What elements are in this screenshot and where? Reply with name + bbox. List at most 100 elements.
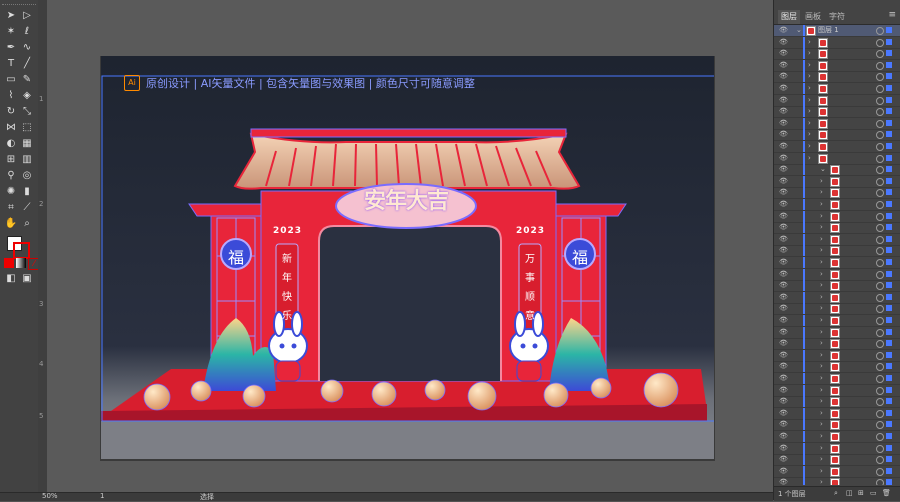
visibility-eye-icon[interactable]: 👁: [779, 362, 789, 370]
layer-row[interactable]: 👁 ›: [774, 396, 900, 409]
expand-arrow-icon[interactable]: ›: [820, 177, 823, 185]
shape-builder-tool-icon[interactable]: ◐: [4, 137, 18, 151]
target-circle-icon[interactable]: [876, 479, 884, 485]
layer-row[interactable]: 👁 ›: [774, 326, 900, 339]
selection-indicator[interactable]: [886, 433, 892, 439]
selection-indicator[interactable]: [886, 85, 892, 91]
rectangle-tool-icon[interactable]: ▭: [4, 73, 18, 87]
perspective-grid-tool-icon[interactable]: ▦: [20, 137, 34, 151]
eyedropper-tool-icon[interactable]: ⚲: [4, 169, 18, 183]
expand-arrow-icon[interactable]: ›: [820, 455, 823, 463]
visibility-eye-icon[interactable]: 👁: [779, 420, 789, 428]
expand-arrow-icon[interactable]: ›: [820, 386, 823, 394]
target-circle-icon[interactable]: [876, 166, 884, 175]
scale-tool-icon[interactable]: ⤡: [20, 105, 34, 119]
expand-arrow-icon[interactable]: ›: [820, 467, 823, 475]
expand-arrow-icon[interactable]: ›: [820, 281, 823, 289]
selection-indicator[interactable]: [886, 259, 892, 265]
expand-arrow-icon[interactable]: ›: [820, 246, 823, 254]
artboard[interactable]: Ai 原创设计 | AI矢量文件 | 包含矢量图与效果图 | 颜色尺寸可随意调整…: [101, 56, 714, 459]
target-circle-icon[interactable]: [876, 421, 884, 430]
expand-arrow-icon[interactable]: ›: [820, 188, 823, 196]
selection-indicator[interactable]: [886, 96, 892, 103]
mesh-tool-icon[interactable]: ⊞: [4, 153, 18, 167]
selection-indicator[interactable]: [886, 421, 892, 428]
selection-indicator[interactable]: [886, 456, 892, 463]
layer-row[interactable]: 👁 ›: [774, 419, 900, 432]
target-circle-icon[interactable]: [876, 38, 884, 47]
selection-indicator[interactable]: [886, 317, 892, 323]
expand-arrow-icon[interactable]: ›: [820, 293, 823, 301]
selection-indicator[interactable]: [886, 479, 892, 485]
layer-row[interactable]: 👁 ›: [774, 83, 900, 95]
selection-indicator[interactable]: [886, 235, 892, 242]
expand-arrow-icon[interactable]: ⌄: [820, 165, 826, 173]
selection-indicator[interactable]: [886, 247, 892, 254]
layer-row[interactable]: 👁 ›: [774, 315, 900, 327]
target-circle-icon[interactable]: [876, 467, 884, 476]
target-circle-icon[interactable]: [876, 259, 884, 267]
magic-wand-tool-icon[interactable]: ✶: [4, 25, 18, 39]
expand-arrow-icon[interactable]: ›: [808, 107, 811, 115]
selection-indicator[interactable]: [886, 131, 892, 138]
layer-row[interactable]: 👁 ›: [774, 303, 900, 316]
selection-tool-icon[interactable]: ➤: [4, 9, 18, 23]
visibility-eye-icon[interactable]: 👁: [779, 304, 789, 312]
target-circle-icon[interactable]: [876, 282, 884, 291]
selection-indicator[interactable]: [886, 224, 892, 231]
expand-arrow-icon[interactable]: ›: [820, 200, 823, 208]
layer-row[interactable]: 👁 ›: [774, 94, 900, 107]
target-circle-icon[interactable]: [876, 433, 884, 441]
visibility-eye-icon[interactable]: 👁: [779, 432, 789, 440]
layer-row[interactable]: 👁 ›: [774, 187, 900, 200]
expand-arrow-icon[interactable]: ›: [820, 328, 823, 336]
target-circle-icon[interactable]: [876, 317, 884, 325]
visibility-eye-icon[interactable]: 👁: [779, 339, 789, 347]
visibility-eye-icon[interactable]: 👁: [779, 84, 789, 92]
target-circle-icon[interactable]: [876, 247, 884, 256]
target-circle-icon[interactable]: [876, 50, 884, 59]
selection-indicator[interactable]: [886, 282, 892, 289]
expand-arrow-icon[interactable]: ›: [820, 270, 823, 278]
visibility-eye-icon[interactable]: 👁: [779, 107, 789, 115]
zoom-tool-icon[interactable]: ⌕: [20, 217, 34, 231]
curvature-tool-icon[interactable]: ∿: [20, 41, 34, 55]
target-circle-icon[interactable]: [876, 235, 884, 244]
layer-row[interactable]: 👁 ›: [774, 48, 900, 61]
visibility-eye-icon[interactable]: 👁: [779, 212, 789, 220]
selection-indicator[interactable]: [886, 212, 892, 219]
layer-row[interactable]: 👁 ›: [774, 407, 900, 420]
locate-object-icon[interactable]: ⌕: [834, 489, 838, 498]
visibility-eye-icon[interactable]: 👁: [779, 200, 789, 208]
target-circle-icon[interactable]: [876, 386, 884, 395]
selection-indicator[interactable]: [886, 27, 892, 33]
visibility-eye-icon[interactable]: 👁: [779, 386, 789, 394]
expand-arrow-icon[interactable]: ›: [808, 38, 811, 46]
visibility-eye-icon[interactable]: 👁: [779, 223, 789, 231]
visibility-eye-icon[interactable]: 👁: [779, 142, 789, 150]
target-circle-icon[interactable]: [876, 119, 884, 128]
expand-arrow-icon[interactable]: ›: [820, 409, 823, 417]
layer-row[interactable]: 👁 ›: [774, 431, 900, 443]
visibility-eye-icon[interactable]: 👁: [779, 316, 789, 324]
layer-row[interactable]: 👁 ›: [774, 71, 900, 84]
blend-tool-icon[interactable]: ◎: [20, 169, 34, 183]
layer-list[interactable]: 👁 ⌄ 图层 1 👁 › 👁 › 👁 › 👁 › 👁 › 👁 › 👁 › 👁 › 👁 › 👁 › 👁 › 👁 ⌄ 👁 › 👁 › 👁 › 👁 › 👁 ›…: [774, 25, 900, 485]
visibility-eye-icon[interactable]: 👁: [779, 130, 789, 138]
target-circle-icon[interactable]: [876, 328, 884, 337]
layer-row[interactable]: 👁 ›: [774, 280, 900, 293]
visibility-eye-icon[interactable]: 👁: [779, 293, 789, 301]
draw-mode-icon[interactable]: ◧: [4, 272, 18, 286]
selection-indicator[interactable]: [886, 73, 892, 80]
expand-arrow-icon[interactable]: ›: [808, 119, 811, 127]
expand-arrow-icon[interactable]: ›: [820, 478, 823, 485]
visibility-eye-icon[interactable]: 👁: [779, 49, 789, 57]
eraser-tool-icon[interactable]: ◈: [20, 89, 34, 103]
gradient-mode-icon[interactable]: [16, 258, 26, 268]
direct-selection-tool-icon[interactable]: ▷: [20, 9, 34, 23]
target-circle-icon[interactable]: [876, 375, 884, 383]
expand-arrow-icon[interactable]: ›: [820, 304, 823, 312]
tab-layers[interactable]: 图层: [778, 10, 800, 24]
target-circle-icon[interactable]: [876, 27, 884, 35]
layer-row[interactable]: 👁 ›: [774, 268, 900, 281]
